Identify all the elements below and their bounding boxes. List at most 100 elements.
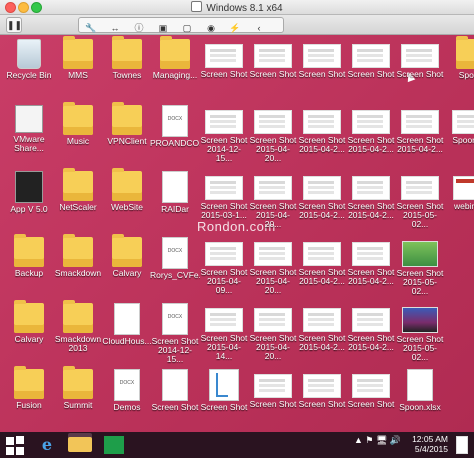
desktop-icon[interactable]: App V 5.0 <box>4 171 54 214</box>
start-button[interactable] <box>5 435 25 455</box>
desktop-icon[interactable]: Townes <box>102 36 152 80</box>
desktop-icon-label: Screen Shot <box>298 400 346 409</box>
desktop-icon[interactable]: Screen Shot 2015-04-14... <box>199 303 249 361</box>
desktop-icon[interactable]: RAIDar <box>150 171 200 214</box>
desktop-icon[interactable]: Screen Shot 2015-04-2... <box>346 171 396 220</box>
desktop-icon[interactable]: Screen Shot <box>395 39 445 79</box>
desktop-icon[interactable]: Spoon.xlsx <box>395 369 445 412</box>
file-icon <box>352 374 390 398</box>
desktop-icon[interactable]: MMS <box>53 36 103 80</box>
desktop-icon-label: Summit <box>63 401 93 410</box>
file-icon <box>15 105 43 133</box>
folder-icon <box>14 366 44 399</box>
desktop-icon[interactable]: Screen Shot <box>150 369 200 412</box>
desktop-icon-label: Screen Shot <box>347 70 395 79</box>
folder-icon <box>63 102 93 135</box>
desktop-icon[interactable]: Screen Shot 2015-04-2... <box>346 237 396 286</box>
desktop-icon[interactable]: Smackdown 2013 <box>53 300 103 353</box>
file-icon <box>401 110 439 134</box>
desktop-icon[interactable]: Calvary <box>4 300 54 344</box>
clock[interactable]: 12:05 AM 5/4/2015 <box>412 434 448 454</box>
desktop-icon[interactable]: Screen Shot <box>346 39 396 79</box>
desktop-icon[interactable]: Calvary <box>102 234 152 278</box>
info-icon[interactable]: ⓘ <box>127 21 151 35</box>
desktop-icon[interactable]: Spoon <box>446 36 474 80</box>
desktop-icon[interactable]: Screen Shot <box>248 369 298 409</box>
desktop-icon[interactable]: Screen Shot 2015-04-2... <box>395 105 445 154</box>
folder-icon <box>14 300 44 333</box>
desktop-icon[interactable]: Music <box>53 102 103 146</box>
file-icon <box>205 308 243 332</box>
action-center-icon[interactable] <box>456 436 468 454</box>
file-icon <box>352 44 390 68</box>
desktop-icon[interactable]: Screen Shot 2015-03-1... <box>199 171 249 220</box>
file-icon <box>303 308 341 332</box>
taskbar: e ▲ ⚑ 🖥 🔊 12:05 AM 5/4/2015 <box>0 432 474 458</box>
desktop-icon[interactable]: Screen Shot 2015-04-2... <box>297 303 347 352</box>
file-icon <box>205 176 243 200</box>
desktop-icon[interactable]: Screen Shot 2014-12-15... <box>199 105 249 163</box>
desktop-icon[interactable]: PROANDCO... <box>150 105 200 148</box>
desktop-icon[interactable]: Managing... <box>150 36 200 80</box>
desktop-icon[interactable]: Screen Shot 2015-04-2... <box>297 171 347 220</box>
desktop-icon-label: Screen Shot 2015-04-20... <box>249 202 297 229</box>
desktop-icon[interactable]: Screen Shot 2015-04-2... <box>346 303 396 352</box>
usb-icon[interactable]: ⚡ <box>223 21 247 35</box>
file-explorer-icon[interactable] <box>68 437 92 452</box>
desktop-icon[interactable]: Screen Shot 2015-04-20... <box>248 171 298 229</box>
desktop-icon-label: Spoon.xlsx <box>399 403 441 412</box>
desktop-icon[interactable]: Summit <box>53 366 103 410</box>
desktop-icon[interactable]: Fusion <box>4 366 54 410</box>
desktop-icon[interactable]: CloudHous... <box>102 303 152 346</box>
file-icon <box>407 369 433 401</box>
desktop-icon[interactable]: Screen Shot 2015-04-20... <box>248 237 298 295</box>
desktop-icon-label: Screen Shot <box>200 403 248 412</box>
desktop-icon[interactable]: Rorys_CVFe... <box>150 237 200 280</box>
recycle-bin-icon <box>17 39 41 69</box>
desktop-icon[interactable]: Screen Shot 2015-05-02... <box>395 303 445 362</box>
desktop-icon[interactable]: Screen Shot 2015-05-02... <box>395 171 445 229</box>
desktop-icon[interactable]: Screen Shot <box>297 39 347 79</box>
desktop-icon[interactable]: VPNClient <box>102 102 152 146</box>
desktop-icon-label: Screen Shot 2015-05-02... <box>396 335 444 362</box>
desktop-icon-label: Screen Shot <box>396 70 444 79</box>
desktop-icon[interactable]: Screen Shot <box>346 369 396 409</box>
file-icon <box>303 242 341 266</box>
desktop-icon[interactable]: Screen Shot 2015-04-2... <box>297 105 347 154</box>
desktop-icon[interactable]: Screen Shot <box>248 39 298 79</box>
desktop-icon[interactable]: Backup <box>4 234 54 278</box>
desktop-icon[interactable]: Screen Shot <box>199 39 249 79</box>
desktop-icon[interactable]: Demos <box>102 369 152 412</box>
file-icon <box>162 303 188 335</box>
clock-time: 12:05 AM <box>412 434 448 444</box>
desktop-icon[interactable]: Screen Shot 2015-04-2... <box>297 237 347 286</box>
display-icon[interactable]: ▣ <box>151 21 175 35</box>
internet-explorer-icon[interactable]: e <box>36 435 58 455</box>
desktop-icon[interactable]: Smackdown <box>53 234 103 278</box>
desktop-icon[interactable]: webina... <box>446 171 474 211</box>
pause-icon[interactable]: ❚❚ <box>6 17 22 33</box>
desktop-icon[interactable]: WebSite <box>102 168 152 212</box>
desktop-icon[interactable]: Screen Shot 2015-04-20... <box>248 303 298 361</box>
desktop-icon[interactable]: Recycle Bin <box>4 39 54 80</box>
store-icon[interactable] <box>104 436 124 454</box>
desktop-icon[interactable]: Screen Shot 2015-04-20... <box>248 105 298 163</box>
desktop-icon-label: Screen Shot 2015-04-14... <box>200 334 248 361</box>
chevron-icon[interactable]: ‹ <box>247 21 271 35</box>
file-icon <box>352 242 390 266</box>
desktop-icon[interactable]: Screen Shot <box>199 369 249 412</box>
desktop-icon[interactable]: SpoonS... <box>446 105 474 145</box>
desktop-icon[interactable]: Screen Shot <box>297 369 347 409</box>
toolbar-button-group: 🔧 ↔ ⓘ ▣ ▢ ◉ ⚡ ‹ <box>78 17 284 33</box>
desktop-icon[interactable]: NetScaler <box>53 168 103 212</box>
desktop-icon[interactable]: Screen Shot 2015-04-09... <box>199 237 249 295</box>
desktop-icon[interactable]: Screen Shot 2015-04-2... <box>346 105 396 154</box>
desktop-icon[interactable]: VMware Share... <box>4 105 54 153</box>
desktop-icon[interactable]: Screen Shot 2014-12-15... <box>150 303 200 364</box>
arrows-icon[interactable]: ↔ <box>103 21 127 35</box>
system-tray[interactable]: ▲ ⚑ 🖥 🔊 <box>354 435 401 446</box>
wrench-icon[interactable]: 🔧 <box>79 21 103 35</box>
camera-icon[interactable]: ◉ <box>199 21 223 35</box>
screen-icon[interactable]: ▢ <box>175 21 199 35</box>
desktop-icon[interactable]: Screen Shot 2015-05-02... <box>395 237 445 296</box>
